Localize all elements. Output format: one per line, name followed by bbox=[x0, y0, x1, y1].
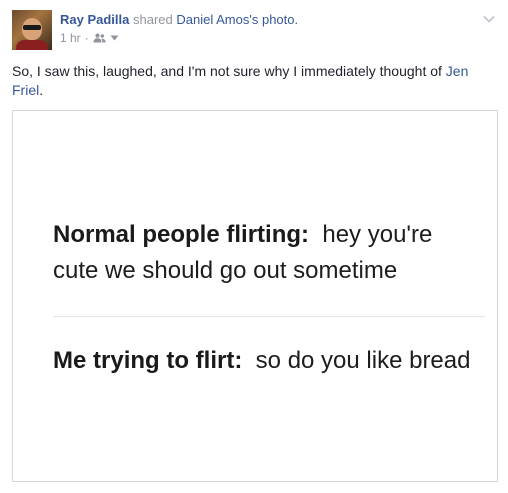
avatar[interactable] bbox=[12, 10, 52, 50]
meta-separator: · bbox=[84, 31, 89, 45]
avatar-shirt bbox=[16, 40, 48, 50]
timestamp-link[interactable]: 1 hr bbox=[60, 30, 81, 46]
photo-link[interactable]: photo. bbox=[262, 12, 298, 27]
owner-suffix: 's bbox=[249, 12, 259, 27]
owner-link[interactable]: Daniel Amos's bbox=[176, 12, 258, 27]
owner-name: Daniel Amos bbox=[176, 12, 250, 27]
post-title-line: Ray Padilla shared Daniel Amos's photo. bbox=[60, 11, 298, 28]
meme-block-normal: Normal people flirting: hey you're cute … bbox=[53, 217, 473, 289]
friends-icon[interactable] bbox=[93, 33, 106, 43]
action-text: shared bbox=[133, 12, 173, 27]
meme-line2-rest: so do you like bread bbox=[255, 347, 471, 374]
meme-image: Normal people flirting: hey you're cute … bbox=[13, 111, 497, 481]
meme-divider bbox=[53, 316, 485, 317]
audience-caret-icon[interactable] bbox=[110, 35, 119, 41]
meme-line2-lead: Me trying to flirt: bbox=[53, 347, 243, 374]
post-header: Ray Padilla shared Daniel Amos's photo. … bbox=[12, 10, 496, 52]
chevron-down-icon[interactable] bbox=[482, 12, 496, 26]
post-text-after: . bbox=[39, 82, 44, 98]
meme-line1-lead: Normal people flirting: bbox=[53, 221, 310, 248]
post-text-before: So, I saw this, laughed, and I'm not sur… bbox=[12, 63, 446, 79]
meme-block-me: Me trying to flirt: so do you like bread bbox=[53, 343, 473, 379]
feed-post: Ray Padilla shared Daniel Amos's photo. … bbox=[0, 0, 508, 493]
avatar-sunglasses bbox=[23, 25, 41, 30]
shared-photo[interactable]: Normal people flirting: hey you're cute … bbox=[12, 110, 498, 482]
author-link[interactable]: Ray Padilla bbox=[60, 12, 129, 27]
post-meta: 1 hr · bbox=[60, 30, 119, 46]
post-message: So, I saw this, laughed, and I'm not sur… bbox=[12, 62, 496, 100]
